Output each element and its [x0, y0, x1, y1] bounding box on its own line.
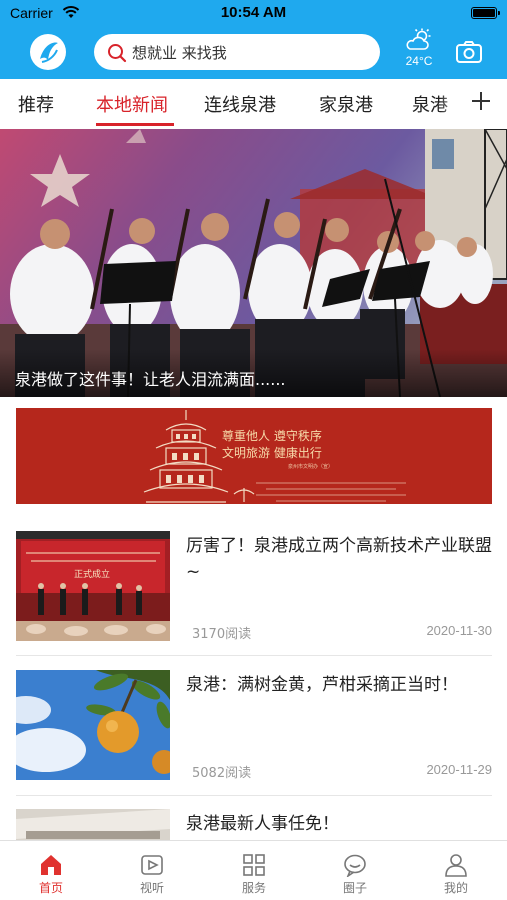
- banner-fine-print: [256, 480, 406, 504]
- news-title: 泉港最新人事任免！: [186, 814, 339, 834]
- tabbar-services[interactable]: 服务: [224, 853, 284, 896]
- top-header: Carrier 10:54 AM 想就业 来找我 24°C: [0, 0, 507, 79]
- grid-icon: [243, 854, 265, 876]
- hero-caption: 泉港做了这件事！让老人泪流满面......: [15, 370, 286, 389]
- search-placeholder: 想就业 来找我: [132, 44, 227, 62]
- news-date: 2020-11-29: [426, 762, 492, 777]
- home-icon: [41, 855, 61, 875]
- tabbar-community-label: 圈子: [342, 881, 367, 895]
- tabs-fade: [440, 79, 462, 127]
- search-icon: [107, 43, 127, 67]
- hero-news-card[interactable]: 泉港做了这件事！让老人泪流满面......: [0, 129, 507, 397]
- add-channel-icon[interactable]: [470, 90, 492, 116]
- news-thumbnail: 正式成立: [16, 531, 170, 641]
- banner-slogan: 尊重他人 遵守秩序 文明旅游 健康出行: [222, 428, 322, 462]
- news-item[interactable]: 泉港：满树金黄，芦柑采摘正当时！ 5082阅读 2020-11-29: [16, 670, 492, 792]
- partly-cloudy-icon: [405, 28, 433, 56]
- tabbar-community[interactable]: 圈子: [325, 853, 385, 896]
- app-logo-icon[interactable]: [30, 34, 66, 70]
- tabbar-profile[interactable]: 我的: [426, 853, 486, 896]
- play-icon: [141, 855, 163, 875]
- banner-line-1: 尊重他人 遵守秩序: [222, 429, 322, 443]
- tabbar-video-label: 视听: [139, 881, 164, 895]
- news-title: 厉害了！泉港成立两个高新技术产业联盟~: [186, 536, 492, 582]
- tab-connect-quangang[interactable]: 连线泉港: [204, 91, 276, 117]
- tabbar-video[interactable]: 视听: [122, 853, 182, 896]
- category-tabs: 推荐 本地新闻 连线泉港 家泉港 泉港: [0, 79, 507, 129]
- tabbar-home[interactable]: 首页: [21, 853, 81, 896]
- tab-home-quangang[interactable]: 家泉港: [319, 91, 373, 117]
- camera-icon[interactable]: [455, 40, 483, 68]
- news-thumbnail: [16, 670, 170, 780]
- status-bar: Carrier 10:54 AM: [0, 0, 507, 28]
- news-title: 泉港：满树金黄，芦柑采摘正当时！: [186, 675, 458, 695]
- promo-banner[interactable]: 尊重他人 遵守秩序 文明旅游 健康出行 泉州市文明办（宣）: [16, 408, 492, 504]
- tabbar-home-label: 首页: [38, 881, 63, 895]
- news-date: 2020-11-30: [426, 623, 492, 638]
- news-read-count: 5082阅读: [192, 766, 252, 781]
- bottom-tab-bar: 首页 视听 服务 圈子 我的: [0, 840, 507, 900]
- banner-line-2: 文明旅游 健康出行: [222, 446, 322, 460]
- tabbar-profile-label: 我的: [443, 881, 468, 895]
- divider: [16, 795, 492, 796]
- active-tab-indicator: [96, 123, 174, 126]
- tabbar-services-label: 服务: [241, 881, 266, 895]
- tab-local-news[interactable]: 本地新闻: [96, 91, 168, 117]
- status-time: 10:54 AM: [220, 4, 287, 21]
- tab-recommend[interactable]: 推荐: [18, 91, 54, 117]
- weather-temp: 24°C: [405, 54, 433, 68]
- chat-bubble-icon: [344, 854, 366, 877]
- search-bar[interactable]: 想就业 来找我: [94, 34, 380, 70]
- weather-widget[interactable]: 24°C: [399, 28, 439, 74]
- news-item[interactable]: 正式成立 厉害了！泉港成立两个高新技术产业联盟~ 3170阅读 2020-11-…: [16, 531, 492, 653]
- battery-icon: [471, 7, 500, 19]
- thumbnail-caption: 正式成立: [74, 570, 111, 580]
- banner-sponsor: 泉州市文明办（宣）: [288, 464, 334, 470]
- news-read-count: 3170阅读: [192, 627, 252, 642]
- app-root: Carrier 10:54 AM 想就业 来找我 24°C 推荐 本地新闻 连线…: [0, 0, 507, 900]
- divider: [16, 655, 492, 656]
- user-icon: [445, 854, 467, 877]
